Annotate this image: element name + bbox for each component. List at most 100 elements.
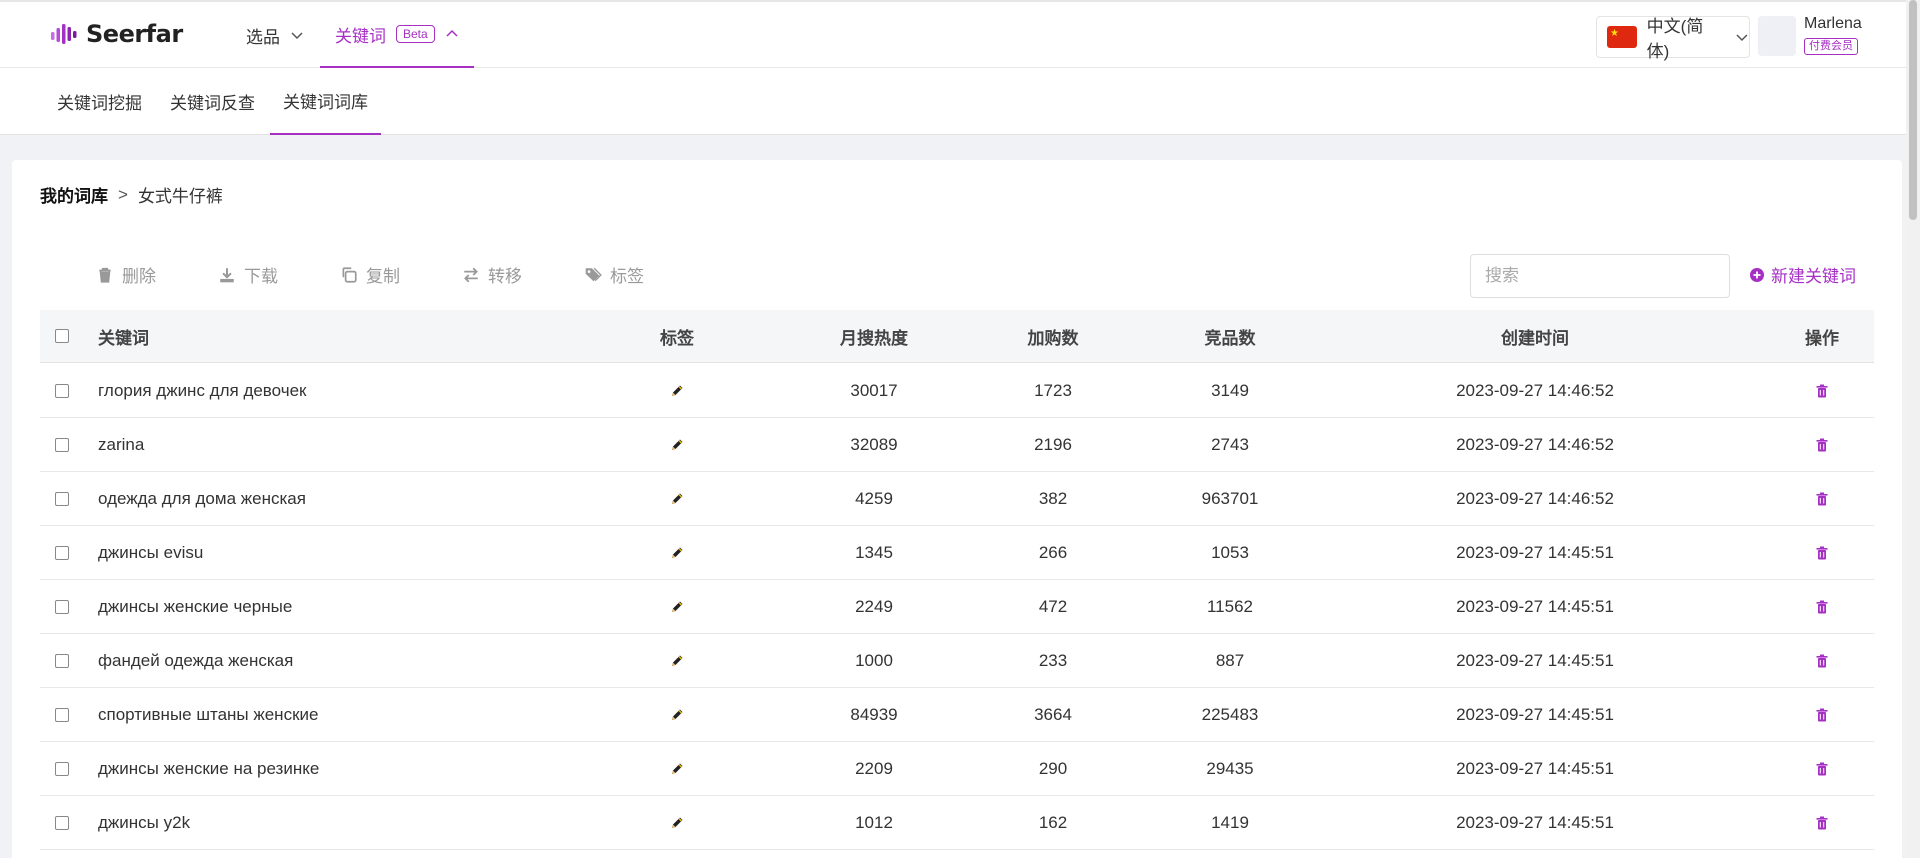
monthly-search-cell: 1012	[855, 812, 893, 832]
delete-row-icon[interactable]	[1814, 472, 1830, 525]
delete-row-icon[interactable]	[1814, 364, 1830, 417]
page-scrollbar[interactable]	[1906, 0, 1920, 858]
row-checkbox[interactable]	[55, 796, 69, 849]
top-navbar: Seerfar 选品 关键词 Beta ★ 中文(简体) Marlena 付费会…	[0, 0, 1906, 68]
table-row: спортивные штаны женские 84939 3664 2254…	[40, 688, 1874, 742]
tab-keyword-mining[interactable]: 关键词挖掘	[57, 68, 142, 135]
copy-button[interactable]: 复制	[340, 262, 462, 287]
edit-tag-icon[interactable]	[669, 472, 685, 525]
breadcrumb: 我的词库 > 女式牛仔裤	[40, 182, 223, 207]
monthly-search-cell: 1345	[855, 542, 893, 562]
column-header-add-to-cart[interactable]: 加购数	[1028, 310, 1079, 362]
delete-row-icon[interactable]	[1814, 580, 1830, 633]
monthly-search-cell: 1000	[855, 650, 893, 670]
created-time-cell: 2023-09-27 14:45:51	[1456, 812, 1614, 832]
add-to-cart-cell: 382	[1038, 488, 1068, 508]
row-checkbox[interactable]	[55, 742, 69, 795]
column-header-keyword[interactable]: 关键词	[98, 310, 149, 362]
monthly-search-cell: 2249	[855, 596, 893, 616]
add-to-cart-cell: 2196	[1034, 434, 1072, 454]
delete-row-icon[interactable]	[1814, 796, 1830, 849]
add-to-cart-cell: 290	[1038, 758, 1068, 778]
created-time-cell: 2023-09-27 14:45:51	[1456, 542, 1614, 562]
transfer-icon	[464, 267, 478, 282]
nav-item-label: 选品	[246, 27, 280, 47]
chevron-down-icon	[291, 32, 303, 40]
competitors-cell: 1053	[1211, 542, 1249, 562]
add-to-cart-cell: 162	[1038, 812, 1068, 832]
keyword-cell: фандей одежда женская	[98, 650, 294, 670]
select-all-checkbox[interactable]	[55, 310, 69, 362]
download-icon	[220, 267, 234, 282]
add-to-cart-cell: 472	[1038, 596, 1068, 616]
column-header-monthly-search[interactable]: 月搜热度	[840, 310, 908, 362]
edit-tag-icon[interactable]	[669, 688, 685, 741]
monthly-search-cell: 32089	[850, 434, 898, 454]
delete-row-icon[interactable]	[1814, 634, 1830, 687]
search-input[interactable]	[1470, 254, 1730, 298]
delete-button[interactable]: 删除	[96, 262, 218, 287]
table-row: одежда для дома женская 4259 382 963701 …	[40, 472, 1874, 526]
column-header-tags: 标签	[660, 328, 694, 348]
avatar[interactable]	[1758, 16, 1796, 56]
row-checkbox[interactable]	[55, 418, 69, 471]
download-button[interactable]: 下载	[218, 262, 340, 287]
table-row: фандей одежда женская 1000 233 887 2023-…	[40, 634, 1874, 688]
delete-row-icon[interactable]	[1814, 526, 1830, 579]
user-name[interactable]: Marlena	[1804, 15, 1862, 33]
edit-tag-icon[interactable]	[669, 796, 685, 849]
delete-row-icon[interactable]	[1814, 742, 1830, 795]
nav-item-label: 关键词	[335, 26, 386, 46]
delete-row-icon[interactable]	[1814, 418, 1830, 471]
competitors-cell: 29435	[1206, 758, 1254, 778]
beta-badge: Beta	[396, 25, 435, 43]
edit-tag-icon[interactable]	[669, 580, 685, 633]
row-checkbox[interactable]	[55, 634, 69, 687]
breadcrumb-current: 女式牛仔裤	[137, 187, 223, 206]
trash-icon	[99, 267, 111, 283]
tab-keyword-reverse-lookup[interactable]: 关键词反查	[170, 68, 255, 135]
keyword-library-card: 我的词库 > 女式牛仔裤 删除 下载 复制 转移 标签 新建关键词	[12, 160, 1902, 858]
row-checkbox[interactable]	[55, 472, 69, 525]
tag-button[interactable]: 标签	[584, 262, 706, 287]
nav-item-product-selection[interactable]: 选品	[246, 2, 304, 68]
transfer-label: 转移	[488, 267, 522, 286]
keyword-cell: глория джинс для девочек	[98, 380, 307, 400]
edit-tag-icon[interactable]	[669, 634, 685, 687]
transfer-button[interactable]: 转移	[462, 262, 584, 287]
competitors-cell: 225483	[1201, 704, 1259, 724]
add-to-cart-cell: 1723	[1034, 380, 1072, 400]
edit-tag-icon[interactable]	[669, 526, 685, 579]
delete-row-icon[interactable]	[1814, 688, 1830, 741]
row-checkbox[interactable]	[55, 526, 69, 579]
competitors-cell: 1419	[1211, 812, 1249, 832]
copy-icon	[342, 266, 357, 283]
membership-badge: 付费会员	[1804, 38, 1858, 55]
toolbar: 删除 下载 复制 转移 标签	[96, 262, 706, 287]
scrollbar-thumb[interactable]	[1909, 0, 1917, 220]
breadcrumb-root[interactable]: 我的词库	[40, 182, 108, 207]
edit-tag-icon[interactable]	[669, 418, 685, 471]
table-row: джинсы женские на резинке 2209 290 29435…	[40, 742, 1874, 796]
row-checkbox[interactable]	[55, 688, 69, 741]
brand-name: Seerfar	[86, 20, 183, 48]
row-checkbox[interactable]	[55, 580, 69, 633]
tab-label: 关键词词库	[283, 93, 368, 112]
brand-logo[interactable]: Seerfar	[50, 20, 183, 48]
edit-tag-icon[interactable]	[669, 364, 685, 417]
keyword-cell: джинсы y2k	[98, 812, 191, 832]
new-keyword-button[interactable]: 新建关键词	[1749, 262, 1856, 287]
column-header-created[interactable]: 创建时间	[1501, 310, 1569, 362]
tab-keyword-library[interactable]: 关键词词库	[270, 68, 381, 135]
download-label: 下载	[244, 267, 278, 286]
column-header-competitors[interactable]: 竞品数	[1205, 310, 1256, 362]
china-flag-icon: ★	[1607, 26, 1637, 48]
language-selector[interactable]: ★ 中文(简体)	[1596, 16, 1750, 61]
created-time-cell: 2023-09-27 14:46:52	[1456, 488, 1614, 508]
language-label: 中文(简体)	[1646, 17, 1704, 61]
edit-tag-icon[interactable]	[669, 742, 685, 795]
table-header: 关键词 标签 月搜热度 加购数 竞品数 创建时间 操作	[40, 310, 1874, 363]
row-checkbox[interactable]	[55, 364, 69, 417]
table-row: джинсы y2k 1012 162 1419 2023-09-27 14:4…	[40, 796, 1874, 850]
nav-item-keywords[interactable]: 关键词 Beta	[320, 2, 474, 68]
